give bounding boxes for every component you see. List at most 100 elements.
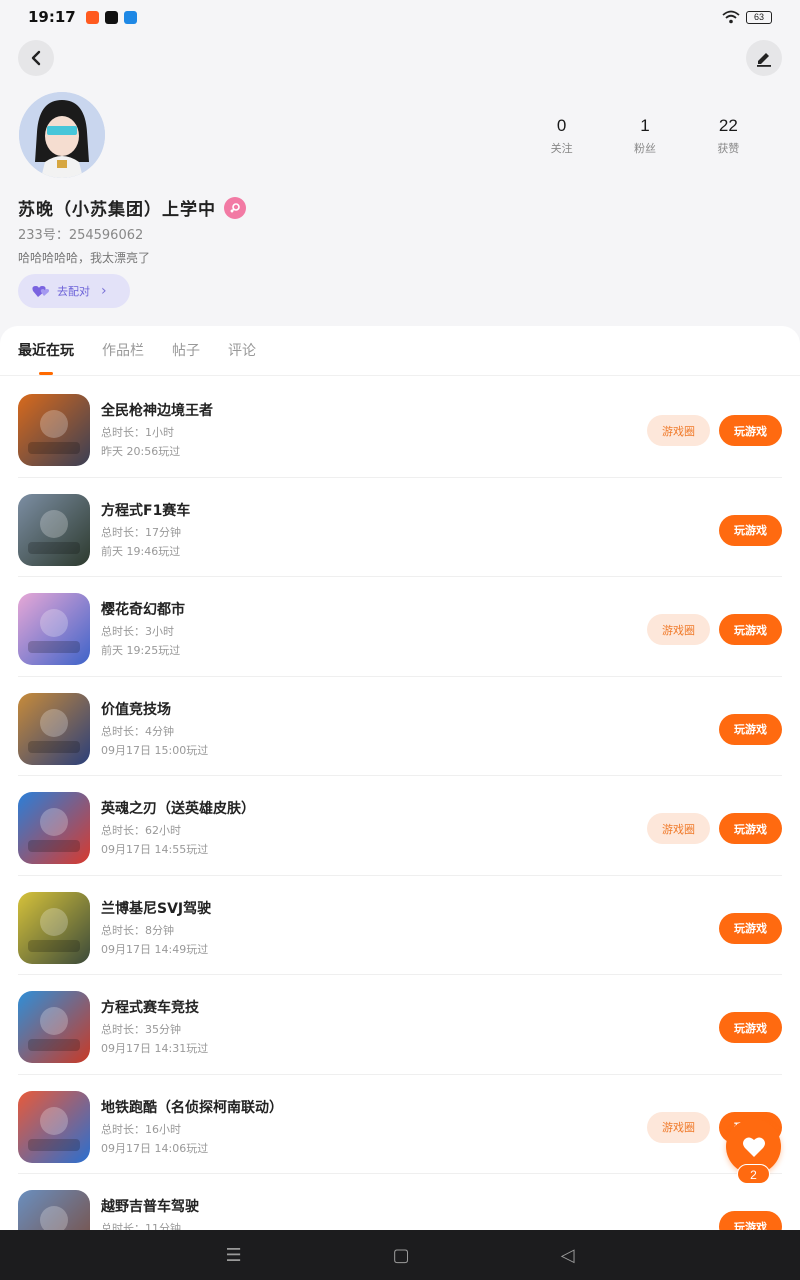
play-game-button[interactable]: 玩游戏	[719, 912, 782, 944]
content-panel: 最近在玩 作品栏 帖子 评论 全民枪神边境王者 总时长：1小时 昨天 20:56玩过…	[0, 326, 800, 1230]
back-button[interactable]	[18, 40, 54, 76]
game-row[interactable]: 价值竞技场总时长：4分钟 09月17日 15:00玩过 玩游戏	[0, 677, 800, 776]
game-icon[interactable]	[18, 394, 90, 466]
game-icon[interactable]	[18, 692, 90, 765]
game-name: 兰博基尼SVJ驾驶	[101, 900, 212, 917]
user-bio: 哈哈哈哈哈，我太漂亮了	[18, 251, 151, 265]
tab-bar: 最近在玩 作品栏 帖子 评论	[0, 326, 800, 376]
game-duration: 总时长：17分钟	[101, 525, 181, 539]
game-duration: 总时长：4分钟	[101, 724, 174, 738]
game-circle-button[interactable]: 游戏圈	[647, 1111, 710, 1143]
game-name: 全民枪神边境王者	[101, 403, 213, 419]
game-last-played: 09月17日 14:55玩过	[101, 843, 209, 856]
stat-label: 获赞	[717, 142, 740, 155]
stat-label: 粉丝	[633, 142, 656, 155]
game-row[interactable]: 全民枪神边境王者 总时长：1小时 昨天 20:56玩过 游戏圈 玩游戏	[0, 378, 800, 478]
app-notification-icon	[85, 10, 99, 24]
game-last-played: 前天 19:46玩过	[101, 544, 181, 558]
match-button[interactable]: 去配对 ›	[18, 274, 130, 308]
game-list: 全民枪神边境王者 总时长：1小时 昨天 20:56玩过 游戏圈 玩游戏 方程式F1赛车 总时…	[0, 378, 800, 1230]
game-duration: 总时长：35分钟	[101, 1023, 181, 1036]
tab-posts[interactable]: 帖子	[172, 326, 200, 376]
game-row[interactable]: 方程式赛车竞技 总时长：35分钟 09月17日 14:31玩过 玩游戏	[0, 975, 800, 1075]
game-duration: 总时长：11分钟	[101, 1222, 181, 1230]
stat-label: 关注	[550, 142, 573, 155]
profile-stats: 0 关注 1 粉丝 22 获赞	[520, 116, 770, 156]
game-last-played: 09月17日 15:00玩过	[101, 743, 209, 757]
game-icon[interactable]	[18, 792, 90, 864]
game-icon[interactable]	[18, 593, 90, 665]
play-game-button[interactable]: 玩游戏	[719, 514, 782, 546]
game-icon[interactable]	[18, 891, 90, 964]
tab-works[interactable]: 作品栏	[102, 326, 144, 376]
play-game-button[interactable]: 玩游戏	[719, 813, 782, 844]
game-circle-button[interactable]: 游戏圈	[647, 813, 710, 844]
game-icon[interactable]	[18, 991, 90, 1063]
stat-value: 0	[556, 116, 567, 135]
status-bar: 19:17 63	[0, 0, 800, 34]
game-row[interactable]: 地铁跑酷（名侦探柯南联动）总时长：16小时09月17日 14:06玩过游戏圈玩游…	[0, 1075, 800, 1174]
avatar[interactable]	[19, 92, 105, 178]
stat-value: 1	[640, 116, 650, 135]
game-last-played: 前天 19:25玩过	[101, 644, 181, 657]
game-name: 价值竞技场	[101, 701, 171, 718]
home-nav-icon[interactable]: ▢	[393, 1245, 410, 1266]
stat-value: 22	[718, 116, 738, 135]
notification-icons	[85, 10, 137, 24]
game-duration: 总时长：8分钟	[101, 923, 174, 937]
system-nav-bar: ☰ ▢ ◁	[0, 1230, 800, 1280]
wifi-icon	[722, 10, 740, 24]
game-name: 方程式赛车竞技	[101, 1000, 199, 1016]
game-last-played: 09月17日 14:49玩过	[101, 942, 209, 956]
stat-likes[interactable]: 22 获赞	[687, 116, 770, 156]
game-duration: 总时长：16小时	[101, 1122, 181, 1136]
chevron-left-icon	[31, 50, 41, 66]
game-circle-button[interactable]: 游戏圈	[647, 415, 710, 446]
play-game-button[interactable]: 玩游戏	[719, 1211, 782, 1230]
double-heart-icon	[32, 286, 50, 297]
game-circle-button[interactable]: 游戏圈	[647, 614, 710, 645]
game-row[interactable]: 兰博基尼SVJ驾驶 总时长：8分钟 09月17日 14:49玩过 玩游戏	[0, 876, 800, 975]
tab-comments[interactable]: 评论	[228, 326, 256, 376]
stat-followers[interactable]: 1 粉丝	[603, 116, 686, 156]
pencil-icon	[757, 53, 771, 67]
game-last-played: 昨天 20:56玩过	[101, 445, 181, 458]
menu-nav-icon[interactable]: ☰	[226, 1245, 242, 1266]
game-name: 英魂之刃（送英雄皮肤）	[101, 801, 255, 817]
play-game-button[interactable]: 玩游戏	[719, 1012, 782, 1043]
game-row[interactable]: 樱花奇幻都市 总时长：3小时 前天 19:25玩过 游戏圈 玩游戏	[0, 577, 800, 677]
edit-profile-button[interactable]	[746, 40, 782, 76]
game-name: 地铁跑酷（名侦探柯南联动）	[101, 1099, 283, 1116]
stat-following[interactable]: 0 关注	[520, 116, 603, 156]
play-game-button[interactable]: 玩游戏	[719, 614, 782, 645]
game-name: 方程式F1赛车	[101, 502, 191, 519]
heart-icon	[742, 1136, 765, 1157]
tiktok-notification-icon	[104, 10, 118, 24]
game-last-played: 09月17日 14:06玩过	[101, 1141, 209, 1155]
anime-avatar-icon	[19, 92, 105, 178]
play-game-button[interactable]: 玩游戏	[719, 713, 782, 745]
game-icon[interactable]	[18, 1090, 90, 1163]
game-row[interactable]: 方程式F1赛车 总时长：17分钟 前天 19:46玩过 玩游戏	[0, 478, 800, 577]
game-last-played: 09月17日 14:31玩过	[101, 1042, 209, 1055]
game-icon[interactable]	[18, 493, 90, 566]
username-row: 苏晚（小苏集团）上学中	[18, 195, 246, 220]
status-time: 19:17	[28, 8, 76, 26]
game-row[interactable]: 英魂之刃（送英雄皮肤） 总时长：62小时 09月17日 14:55玩过 游戏圈 玩游戏	[0, 776, 800, 876]
tab-recently-played[interactable]: 最近在玩	[18, 326, 74, 376]
game-row[interactable]: 越野吉普车驾驶总时长：11分钟 玩游戏	[0, 1174, 800, 1230]
like-count-badge: 2	[737, 1164, 770, 1184]
back-nav-icon[interactable]: ◁	[561, 1245, 575, 1266]
message-notification-icon	[123, 10, 137, 24]
chevron-right-icon: ›	[101, 283, 107, 299]
game-duration: 总时长：3小时	[101, 625, 174, 638]
game-duration: 总时长：62小时	[101, 824, 181, 837]
game-name: 越野吉普车驾驶	[101, 1199, 199, 1215]
user-id: 233号：254596062	[18, 228, 144, 243]
username: 苏晚（小苏集团）上学中	[18, 200, 216, 220]
game-name: 樱花奇幻都市	[101, 602, 185, 618]
female-gender-icon	[224, 196, 246, 219]
battery-icon: 63	[746, 10, 772, 24]
play-game-button[interactable]: 玩游戏	[719, 415, 782, 446]
game-icon[interactable]	[18, 1190, 90, 1230]
